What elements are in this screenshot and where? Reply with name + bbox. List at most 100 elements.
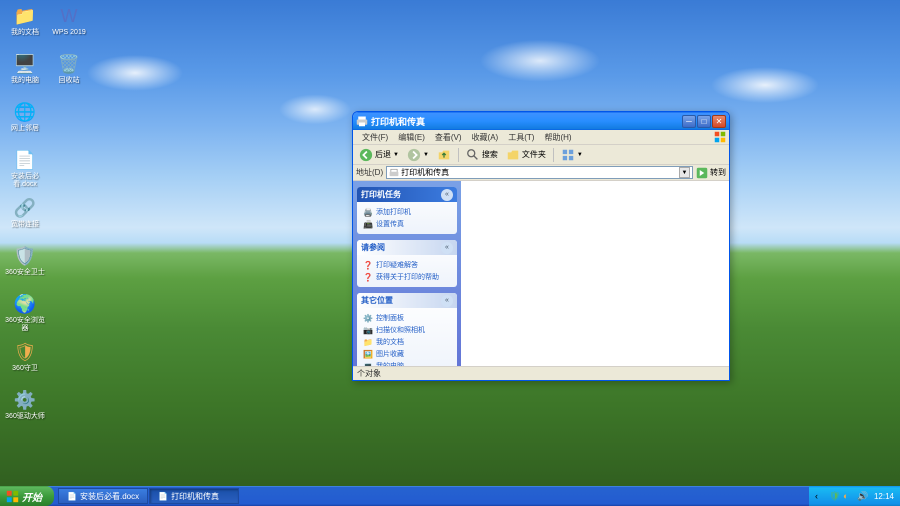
go-button[interactable]: 转到 (696, 167, 726, 179)
desktop-icon[interactable]: 🌍360安全浏览器 (4, 292, 46, 338)
address-dropdown[interactable]: ▼ (679, 167, 690, 178)
windows-logo-icon (713, 131, 727, 143)
search-icon (466, 148, 480, 162)
folder-up-icon (437, 148, 451, 162)
menu-item[interactable]: 查看(V) (430, 131, 467, 144)
desktop-icon[interactable]: 📁我的文档 (4, 4, 46, 50)
icon-glyph: 🌐 (13, 100, 37, 124)
taskbar-item[interactable]: 📄打印机和传真 (149, 488, 239, 504)
icon-glyph: 📁 (13, 4, 37, 28)
menu-item[interactable]: 收藏(A) (467, 131, 504, 144)
task-link-icon: 🖨️ (363, 207, 373, 217)
printer-icon (356, 115, 368, 127)
task-link[interactable]: 🖨️添加打印机 (363, 206, 451, 218)
task-link[interactable]: ❓打印疑难解答 (363, 259, 451, 271)
taskbar-item-icon: 📄 (67, 492, 77, 501)
desktop-icons-container: 📁我的文档🖥️我的电脑🌐网上邻居📄安装后必看.docx🔗宽带连接🛡️360安全卫… (4, 4, 90, 474)
icon-label: 360安全卫士 (5, 269, 45, 277)
taskbar-item[interactable]: 📄安装后必看.docx (58, 488, 148, 504)
task-link[interactable]: ⚙️控制面板 (363, 312, 451, 324)
menubar: 文件(F)编辑(E)查看(V)收藏(A)工具(T)帮助(H) (353, 130, 729, 145)
icon-label: 我的电脑 (11, 77, 39, 85)
content-area[interactable] (461, 181, 729, 366)
chevron-down-icon: ▼ (423, 152, 429, 158)
separator (458, 148, 459, 162)
close-button[interactable]: ✕ (712, 115, 726, 128)
folders-button[interactable]: 文件夹 (503, 147, 549, 163)
desktop-icon[interactable]: 🔗宽带连接 (4, 196, 46, 242)
start-button[interactable]: 开始 (0, 486, 54, 506)
desktop-icon[interactable]: 🖥️我的电脑 (4, 52, 46, 98)
clock[interactable]: 12:14 (874, 492, 894, 501)
task-link[interactable]: 📷扫描仪和照相机 (363, 324, 451, 336)
minimize-button[interactable]: ─ (682, 115, 696, 128)
task-link[interactable]: 🖼️图片收藏 (363, 348, 451, 360)
back-icon (359, 148, 373, 162)
back-button[interactable]: 后退 ▼ (356, 147, 402, 163)
views-icon (561, 148, 575, 162)
go-icon (696, 167, 708, 179)
addressbar: 地址(D) 打印机和传真 ▼ 转到 (353, 165, 729, 181)
icon-glyph: W (57, 4, 81, 28)
icon-glyph: 🛡️ (13, 244, 37, 268)
desktop-icon[interactable]: WWPS 2019 (48, 4, 90, 50)
task-panel: 请参阅« ❓打印疑难解答❓获得关于打印的帮助 (357, 240, 457, 287)
taskbar: 开始 📄安装后必看.docx📄打印机和传真 ‹ 🛡 ◐ 🔊 12:14 (0, 486, 900, 506)
icon-label: 安装后必看.docx (4, 173, 46, 188)
address-input[interactable]: 打印机和传真 ▼ (386, 166, 693, 179)
titlebar[interactable]: 打印机和传真 ─ □ ✕ (353, 112, 729, 130)
icon-label: 360驱动大师 (5, 413, 45, 421)
menu-item[interactable]: 帮助(H) (539, 131, 576, 144)
icon-label: 回收站 (59, 77, 80, 85)
desktop-icon[interactable]: 🛡360守卫 (4, 340, 46, 386)
icon-label: 网上邻居 (11, 125, 39, 133)
icon-glyph: 🔗 (13, 196, 37, 220)
desktop-icon[interactable]: 📄安装后必看.docx (4, 148, 46, 194)
task-link-icon: 📠 (363, 219, 373, 229)
forward-button[interactable]: ▼ (404, 147, 432, 163)
task-link-icon: ⚙️ (363, 313, 373, 323)
menu-item[interactable]: 文件(F) (357, 131, 393, 144)
taskbar-items: 📄安装后必看.docx📄打印机和传真 (54, 488, 809, 504)
menu-item[interactable]: 工具(T) (503, 131, 539, 144)
collapse-icon: « (441, 295, 453, 307)
system-tray: ‹ 🛡 ◐ 🔊 12:14 (809, 486, 900, 506)
up-button[interactable] (434, 147, 454, 163)
window-title: 打印机和传真 (371, 115, 682, 128)
tray-chevron-icon[interactable]: ‹ (815, 491, 826, 502)
task-link-icon: 📁 (363, 337, 373, 347)
task-header[interactable]: 其它位置« (357, 293, 457, 308)
task-panel: 打印机任务« 🖨️添加打印机📠设置传真 (357, 187, 457, 234)
toolbar: 后退 ▼ ▼ 搜索 文件夹 ▼ (353, 145, 729, 165)
maximize-button[interactable]: □ (697, 115, 711, 128)
views-button[interactable]: ▼ (558, 147, 586, 163)
desktop-icon[interactable]: 🛡️360安全卫士 (4, 244, 46, 290)
task-link[interactable]: 📠设置传真 (363, 218, 451, 230)
icon-label: 宽带连接 (11, 221, 39, 229)
desktop-icon[interactable]: ⚙️360驱动大师 (4, 388, 46, 434)
tray-network-icon[interactable]: ◐ (843, 491, 854, 502)
desktop[interactable]: 📁我的文档🖥️我的电脑🌐网上邻居📄安装后必看.docx🔗宽带连接🛡️360安全卫… (0, 0, 900, 506)
chevron-down-icon: ▼ (577, 152, 583, 158)
address-label: 地址(D) (356, 167, 383, 178)
statusbar: 个对象 (353, 366, 729, 380)
windows-logo-icon (6, 490, 19, 503)
icon-label: WPS 2019 (52, 29, 85, 37)
icon-glyph: 📄 (13, 148, 37, 172)
task-header[interactable]: 打印机任务« (357, 187, 457, 202)
task-link-icon: ❓ (363, 272, 373, 282)
printer-icon (389, 168, 399, 178)
menu-item[interactable]: 编辑(E) (393, 131, 430, 144)
search-button[interactable]: 搜索 (463, 147, 501, 163)
folders-icon (506, 148, 520, 162)
desktop-icon[interactable]: 🗑️回收站 (48, 52, 90, 98)
tray-volume-icon[interactable]: 🔊 (857, 491, 868, 502)
taskbar-item-icon: 📄 (158, 492, 168, 501)
icon-glyph: 🗑️ (57, 52, 81, 76)
task-panel: 其它位置«⚙️控制面板📷扫描仪和照相机📁我的文档🖼️图片收藏💻我的电脑 (357, 293, 457, 366)
task-header[interactable]: 请参阅« (357, 240, 457, 255)
tray-shield-icon[interactable]: 🛡 (829, 491, 840, 502)
task-link[interactable]: 📁我的文档 (363, 336, 451, 348)
task-link[interactable]: ❓获得关于打印的帮助 (363, 271, 451, 283)
desktop-icon[interactable]: 🌐网上邻居 (4, 100, 46, 146)
